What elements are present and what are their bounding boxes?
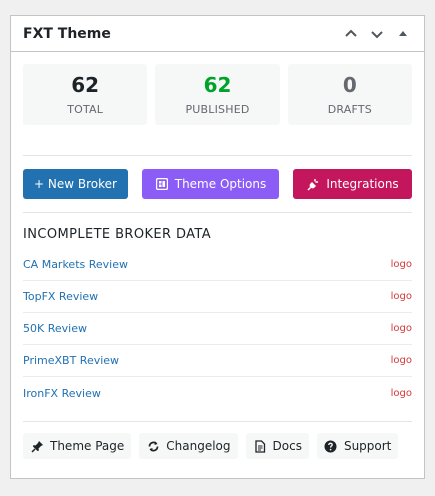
grid-icon [155, 177, 169, 191]
broker-link[interactable]: 50K Review [23, 322, 87, 335]
missing-field-tag[interactable]: logo [391, 259, 412, 270]
stat-published-value: 62 [203, 73, 232, 97]
new-broker-label: + New Broker [34, 177, 117, 191]
stat-drafts: 0 DRAFTS [287, 64, 412, 125]
changelog-label: Changelog [166, 439, 231, 453]
divider [23, 212, 412, 213]
stat-published-label: PUBLISHED [185, 103, 250, 116]
footer-links: Theme Page Changelog Docs Support [23, 433, 399, 459]
triangle-up-icon[interactable] [392, 23, 414, 45]
stat-published: 62 PUBLISHED [155, 64, 280, 125]
action-buttons: + New Broker Theme Options Integrations [23, 169, 412, 199]
broker-link[interactable]: TopFX Review [23, 290, 98, 303]
theme-options-button[interactable]: Theme Options [142, 169, 279, 199]
divider [23, 421, 412, 422]
integrations-label: Integrations [326, 177, 399, 191]
broker-link[interactable]: IronFX Review [23, 387, 101, 400]
refresh-icon [146, 439, 160, 453]
broker-link[interactable]: CA Markets Review [23, 258, 128, 271]
theme-options-label: Theme Options [174, 177, 267, 191]
divider [23, 155, 412, 156]
stat-total-label: TOTAL [67, 103, 104, 116]
plug-icon [306, 177, 320, 191]
missing-field-tag[interactable]: logo [391, 355, 412, 366]
pin-icon [30, 439, 44, 453]
broker-link[interactable]: PrimeXBT Review [23, 354, 119, 367]
missing-field-tag[interactable]: logo [391, 323, 412, 334]
incomplete-broker-list: CA Markets Review logo TopFX Review logo… [23, 249, 412, 409]
fxt-theme-widget: FXT Theme 62 TOTAL 62 PUBLISHED 0 DRAFTS… [10, 15, 425, 479]
missing-field-tag[interactable]: logo [391, 388, 412, 399]
incomplete-section-title: INCOMPLETE BROKER DATA [23, 227, 212, 242]
chevron-up-icon[interactable] [340, 23, 362, 45]
changelog-button[interactable]: Changelog [139, 433, 238, 459]
docs-button[interactable]: Docs [245, 433, 309, 459]
list-item: PrimeXBT Review logo [23, 345, 412, 377]
help-icon [324, 439, 338, 453]
stat-total-value: 62 [71, 73, 100, 97]
chevron-down-icon[interactable] [366, 23, 388, 45]
support-button[interactable]: Support [316, 433, 399, 459]
list-item: IronFX Review logo [23, 377, 412, 409]
theme-page-label: Theme Page [50, 439, 125, 453]
integrations-button[interactable]: Integrations [293, 169, 412, 199]
stat-drafts-label: DRAFTS [327, 103, 372, 116]
list-item: CA Markets Review logo [23, 249, 412, 281]
new-broker-button[interactable]: + New Broker [23, 169, 128, 199]
theme-page-button[interactable]: Theme Page [23, 433, 132, 459]
stat-total: 62 TOTAL [23, 64, 148, 125]
docs-label: Docs [272, 439, 302, 453]
stat-drafts-value: 0 [342, 73, 357, 97]
document-icon [253, 439, 267, 453]
list-item: TopFX Review logo [23, 281, 412, 313]
list-item: 50K Review logo [23, 313, 412, 345]
widget-title: FXT Theme [23, 25, 111, 42]
stats-row: 62 TOTAL 62 PUBLISHED 0 DRAFTS [23, 64, 412, 125]
support-label: Support [343, 439, 392, 453]
missing-field-tag[interactable]: logo [391, 291, 412, 302]
widget-header: FXT Theme [11, 16, 424, 52]
